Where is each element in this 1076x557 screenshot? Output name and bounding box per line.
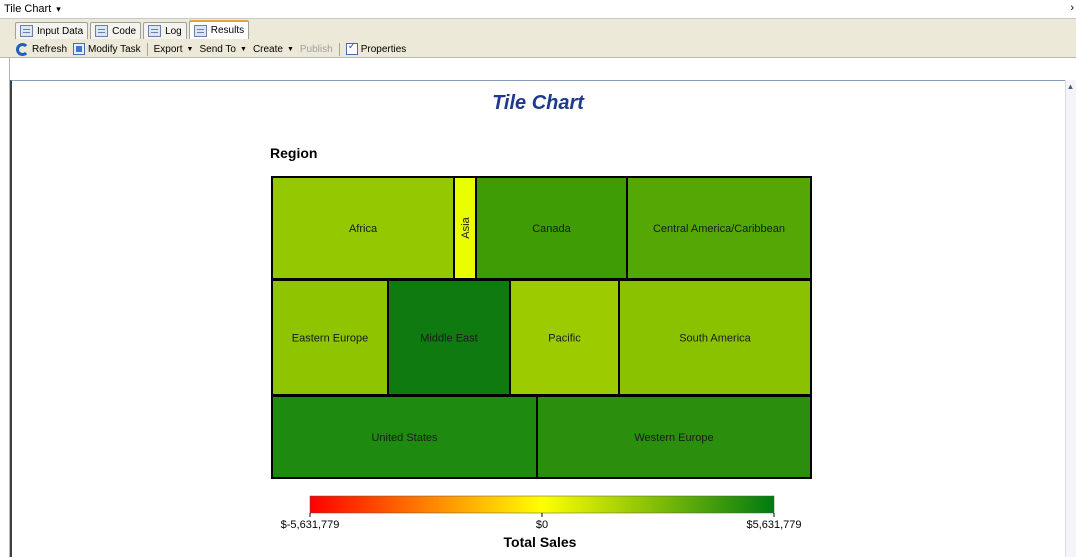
tile-chart: Africa Asia Canada Central America/Caribbea… [271,176,812,531]
legend-max-label: $5,631,779 [746,519,801,531]
tile-label-asia: Asia [460,216,472,238]
tile-label-united-states: United States [371,432,438,444]
legend-min-label: $-5,631,779 [281,519,340,531]
tile-label-south-america: South America [679,333,751,345]
tile-label-pacific: Pacific [548,333,581,345]
legend-axis-label: Total Sales [503,534,577,550]
tile-label-africa: Africa [349,223,378,235]
legend-mid-label: $0 [536,519,548,531]
tile-label-canada: Canada [532,223,571,235]
tile-label-eastern-europe: Eastern Europe [292,333,368,345]
tile-label-middle-east: Middle East [420,333,477,345]
tile-label-central-america-caribbean: Central America/Caribbean [653,223,785,235]
color-legend: $-5,631,779 $0 $5,631,779 [281,495,802,531]
legend-color-bar [309,495,775,514]
tile-label-western-europe: Western Europe [634,432,713,444]
tiles: Africa Asia Canada Central America/Caribbea… [271,176,812,479]
